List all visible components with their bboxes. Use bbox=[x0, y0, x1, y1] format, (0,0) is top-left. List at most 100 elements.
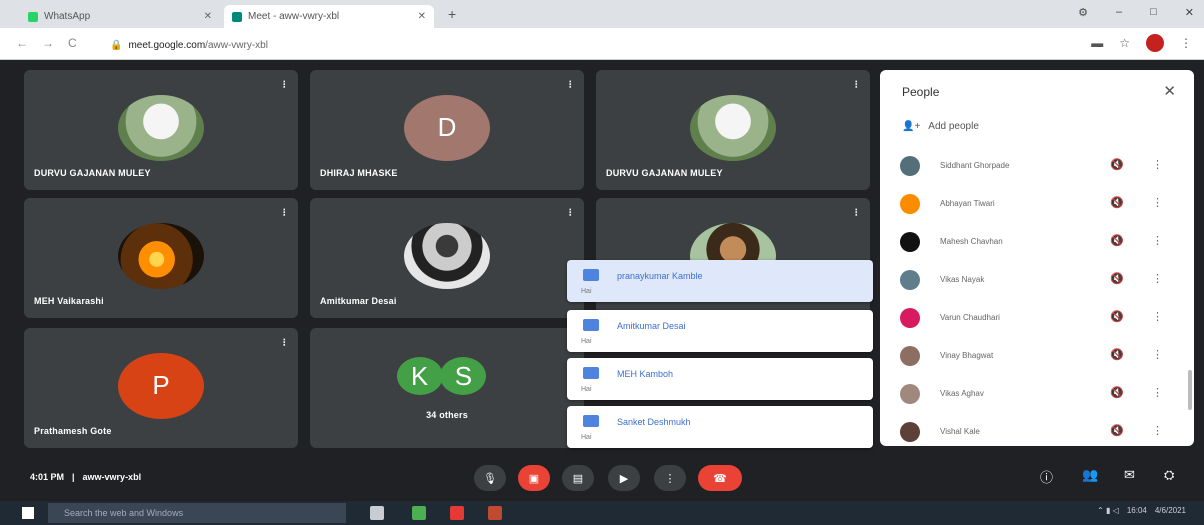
whatsapp-favicon-icon bbox=[28, 11, 38, 22]
more-options-icon[interactable]: ⋮ bbox=[1152, 348, 1163, 361]
more-options-icon[interactable]: ⋮ bbox=[1152, 386, 1163, 399]
maximize-button[interactable]: □ bbox=[1150, 6, 1157, 19]
settings-icon[interactable]: ⚙ bbox=[1078, 6, 1088, 19]
mic-muted-icon: ⁝ bbox=[568, 207, 573, 219]
present-button[interactable]: ▶ bbox=[608, 465, 640, 491]
leave-call-button[interactable]: ☎ bbox=[698, 465, 742, 491]
app-icon[interactable] bbox=[488, 506, 502, 520]
new-tab-button[interactable]: + bbox=[448, 6, 456, 22]
chat-notification[interactable]: Sanket Deshmukh Hai bbox=[567, 406, 873, 448]
info-icon[interactable]: ⓘ bbox=[1040, 467, 1053, 486]
meeting-code: aww-vwry-xbl bbox=[82, 472, 142, 482]
mic-muted-icon[interactable]: 🔇 bbox=[1110, 196, 1124, 209]
participant-name: Vishal Kale bbox=[940, 427, 980, 436]
tray-time: 16:04 bbox=[1126, 506, 1147, 515]
url-field[interactable]: 🔒 meet.google.com/aww-vwry-xbl bbox=[110, 36, 990, 54]
participant-tile[interactable]: ⁝ D DHIRAJ MHASKE bbox=[310, 70, 584, 190]
chat-icon bbox=[583, 415, 599, 427]
minimize-button[interactable]: – bbox=[1116, 6, 1122, 19]
chat-message: Hai bbox=[581, 338, 592, 345]
app-icon[interactable] bbox=[412, 506, 426, 520]
menu-icon[interactable]: ⋮ bbox=[1180, 36, 1192, 50]
participant-row[interactable]: Mahesh Chavhan 🔇 ⋮ bbox=[900, 224, 1184, 262]
star-icon[interactable]: ☆ bbox=[1119, 36, 1130, 50]
mic-muted-icon: ⁝ bbox=[854, 79, 859, 91]
address-bar: ← → C 🔒 meet.google.com/aww-vwry-xbl ▬ ☆… bbox=[0, 28, 1204, 60]
tray-icons[interactable]: ⌃ ▮ ◁ bbox=[1097, 506, 1119, 515]
close-icon[interactable]: ✕ bbox=[204, 11, 212, 22]
add-people-button[interactable]: 👤+ Add people bbox=[902, 121, 979, 132]
mic-muted-icon[interactable]: 🔇 bbox=[1110, 424, 1124, 437]
avatar bbox=[690, 94, 776, 161]
chat-notification[interactable]: Amitkumar Desai Hai bbox=[567, 310, 873, 352]
meet-favicon-icon bbox=[232, 11, 242, 22]
participant-tile[interactable]: ⁝ DURVU GAJANAN MULEY bbox=[24, 70, 298, 190]
more-options-icon[interactable]: ⋮ bbox=[1152, 272, 1163, 285]
chrome-icon[interactable] bbox=[450, 506, 464, 520]
mic-muted-icon[interactable]: 🔇 bbox=[1110, 158, 1124, 171]
scrollbar[interactable] bbox=[1188, 370, 1192, 410]
forward-button[interactable]: → bbox=[42, 36, 54, 50]
chat-notification[interactable]: MEH Kamboh Hai bbox=[567, 358, 873, 400]
chat-message: Hai bbox=[581, 386, 592, 393]
mic-muted-icon[interactable]: 🔇 bbox=[1110, 272, 1124, 285]
mic-muted-icon[interactable]: 🔇 bbox=[1110, 310, 1124, 323]
participant-row[interactable]: Abhayan Tiwari 🔇 ⋮ bbox=[900, 186, 1184, 224]
participant-tile[interactable]: ⁝ DURVU GAJANAN MULEY bbox=[596, 70, 870, 190]
captions-button[interactable]: ▤ bbox=[562, 465, 594, 491]
mic-muted-icon[interactable]: 🔇 bbox=[1110, 234, 1124, 247]
more-options-icon[interactable]: ⋮ bbox=[1152, 234, 1163, 247]
reload-button[interactable]: C bbox=[68, 36, 77, 50]
participant-tile[interactable]: ⁝ P Prathamesh Gote bbox=[24, 328, 298, 448]
tab-meet[interactable]: Meet - aww-vwry-xbl ✕ bbox=[224, 5, 434, 28]
chat-icon[interactable]: ✉ bbox=[1124, 467, 1135, 483]
system-tray: ⌃ ▮ ◁ 16:04 4/6/2021 bbox=[1097, 506, 1186, 515]
url-path: /aww-vwry-xbl bbox=[205, 39, 268, 51]
close-icon[interactable]: ✕ bbox=[418, 11, 426, 22]
camera-button[interactable]: ▣ bbox=[518, 465, 550, 491]
participant-name: Vikas Aghav bbox=[940, 389, 984, 398]
participant-row[interactable]: Siddhant Ghorpade 🔇 ⋮ bbox=[900, 148, 1184, 186]
more-options-icon[interactable]: ⋮ bbox=[1152, 196, 1163, 209]
windows-start-icon[interactable] bbox=[22, 507, 34, 519]
tab-label: Meet - aww-vwry-xbl bbox=[248, 11, 340, 22]
tab-label: WhatsApp bbox=[44, 11, 91, 22]
chat-sender: MEH Kamboh bbox=[617, 369, 674, 379]
tray-date: 4/6/2021 bbox=[1154, 506, 1186, 515]
mic-muted-icon: ⁝ bbox=[282, 337, 287, 349]
mic-muted-icon[interactable]: 🔇 bbox=[1110, 386, 1124, 399]
participant-name: Amitkumar Desai bbox=[320, 296, 397, 306]
participant-tile[interactable]: ⁝ MEH Vaikarashi bbox=[24, 198, 298, 318]
profile-avatar[interactable] bbox=[1146, 34, 1164, 52]
participant-tile[interactable]: ⁝ Amitkumar Desai bbox=[310, 198, 584, 318]
participant-row[interactable]: Vikas Nayak 🔇 ⋮ bbox=[900, 262, 1184, 300]
chat-notification[interactable]: pranaykumar Kamble Hai bbox=[567, 260, 873, 302]
chat-icon bbox=[583, 319, 599, 331]
task-view-icon[interactable] bbox=[370, 506, 384, 520]
people-icon[interactable]: 👥 bbox=[1082, 467, 1098, 483]
camera-off-icon: ▣ bbox=[528, 472, 540, 485]
more-options-icon[interactable]: ⋮ bbox=[1152, 310, 1163, 323]
chat-message: Hai bbox=[581, 434, 592, 441]
add-person-icon: 👤+ bbox=[902, 121, 921, 132]
mic-muted-icon[interactable]: 🔇 bbox=[1110, 348, 1124, 361]
close-window-button[interactable]: ✕ bbox=[1185, 6, 1194, 19]
avatar bbox=[900, 384, 920, 404]
more-options-button[interactable]: ⋮ bbox=[654, 465, 686, 491]
participant-row[interactable]: Vishal Kale 🔇 ⋮ bbox=[900, 414, 1184, 446]
camera-icon[interactable]: ▬ bbox=[1091, 36, 1103, 50]
close-panel-button[interactable]: ✕ bbox=[1163, 82, 1176, 100]
participant-row[interactable]: Vikas Aghav 🔇 ⋮ bbox=[900, 376, 1184, 414]
participant-row[interactable]: Vinay Bhagwat 🔇 ⋮ bbox=[900, 338, 1184, 376]
more-options-icon[interactable]: ⋮ bbox=[1152, 158, 1163, 171]
activities-icon[interactable]: ⛭ bbox=[1164, 467, 1174, 483]
more-options-icon[interactable]: ⋮ bbox=[1152, 424, 1163, 437]
others-tile[interactable]: K S 34 others bbox=[310, 328, 584, 448]
mic-button[interactable]: 🎙 bbox=[474, 465, 506, 491]
taskbar-search[interactable]: Search the web and Windows bbox=[48, 503, 346, 523]
participant-name: DHIRAJ MHASKE bbox=[320, 168, 398, 178]
tab-whatsapp[interactable]: WhatsApp ✕ bbox=[20, 5, 220, 28]
back-button[interactable]: ← bbox=[16, 36, 28, 50]
avatar bbox=[900, 156, 920, 176]
participant-row[interactable]: Varun Chaudhari 🔇 ⋮ bbox=[900, 300, 1184, 338]
